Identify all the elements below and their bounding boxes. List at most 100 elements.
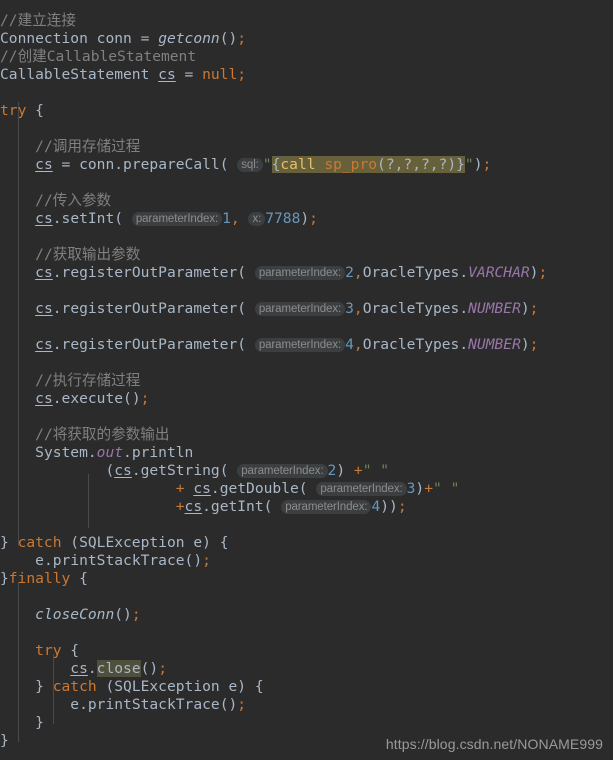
string-quote: " <box>464 156 474 173</box>
operator: = <box>131 30 159 47</box>
keyword-try: try <box>35 642 62 659</box>
field-token: out <box>96 444 124 461</box>
number-token: 4 <box>345 336 354 353</box>
sql-injection-fragment: {call sp_pro(?,?,?,?)} <box>271 156 465 173</box>
parens: () <box>219 30 238 47</box>
sql-space <box>316 156 325 173</box>
paren: ) <box>300 210 310 227</box>
dot: . <box>459 264 469 281</box>
semicolon: ; <box>237 30 247 47</box>
code-line: //调用存储过程 <box>0 138 613 156</box>
type-token: SQLException <box>114 678 220 695</box>
variable-token: e <box>35 552 44 569</box>
comma: , <box>353 264 363 281</box>
dot: . <box>52 264 62 281</box>
variable-token: conn <box>79 156 115 173</box>
dot: . <box>114 156 124 173</box>
comment-token: //创建CallableStatement <box>0 48 197 65</box>
code-line: } catch (SQLException e) { <box>0 534 613 552</box>
dot: . <box>52 300 62 317</box>
paren: ( <box>96 678 115 695</box>
method-token: execute <box>61 390 124 407</box>
parens: () <box>123 390 141 407</box>
sql-brace-close: } <box>456 156 465 173</box>
code-editor[interactable]: //建立连接 Connection conn = getconn(); //创建… <box>0 0 613 760</box>
parens: )) <box>380 498 398 515</box>
number-token: 4 <box>371 498 381 515</box>
code-line: System.out.println <box>0 444 613 462</box>
paren: ) <box>336 462 354 479</box>
code-line: } <box>0 714 613 732</box>
brace: { <box>26 102 44 119</box>
paren: ( <box>237 300 255 317</box>
paren: ( <box>219 156 238 173</box>
paren: ) <box>473 156 483 173</box>
variable-token: conn <box>96 30 132 47</box>
method-token: getconn <box>158 30 220 47</box>
string-quote: " <box>262 156 272 173</box>
sql-procedure-name: sp_pro <box>324 156 378 173</box>
semicolon: ; <box>397 498 407 515</box>
paren: ( <box>114 210 132 227</box>
code-line: + cs.getDouble( parameterIndex: 3)+" " <box>0 480 613 498</box>
semicolon: ; <box>309 210 318 227</box>
variable-token: cs <box>35 336 53 353</box>
code-line: +cs.getInt( parameterIndex: 4)); <box>0 498 613 516</box>
operator-plus: + <box>353 462 363 479</box>
method-token: setInt <box>61 210 115 227</box>
dot: . <box>43 552 53 569</box>
code-line: closeConn(); <box>0 606 613 624</box>
comment-token: //获取输出参数 <box>35 246 141 263</box>
variable-token: cs <box>158 66 176 83</box>
code-line: cs.close(); <box>0 660 613 678</box>
operator-plus: + <box>175 480 185 497</box>
variable-token: e <box>193 534 203 551</box>
param-hint-parameterindex: parameterIndex: <box>316 482 407 496</box>
comma: , <box>353 300 363 317</box>
parens: () <box>140 660 159 677</box>
code-line: //建立连接 <box>0 12 613 30</box>
method-token: getString <box>140 462 220 479</box>
method-token: getInt <box>210 498 264 515</box>
watermark: https://blog.csdn.net/NONAME999 <box>385 736 603 752</box>
keyword-try: try <box>0 102 27 119</box>
comment-token: //执行存储过程 <box>35 372 141 389</box>
brace: { <box>70 570 88 587</box>
semicolon: ; <box>237 66 247 83</box>
param-hint-parameterindex: parameterIndex: <box>254 338 346 352</box>
brace: } <box>0 534 18 551</box>
operator-plus: + <box>424 480 433 497</box>
code-line: cs.registerOutParameter( parameterIndex:… <box>0 336 613 354</box>
paren: ( <box>219 462 238 479</box>
code-line: (cs.getString( parameterIndex: 2) +" " <box>0 462 613 480</box>
type-token: SQLException <box>79 534 185 551</box>
code-line: } catch (SQLException e) { <box>0 678 613 696</box>
param-hint-parameterindex: parameterIndex: <box>254 302 346 316</box>
paren: ) <box>520 336 530 353</box>
code-line: try { <box>0 102 613 120</box>
number-token: 2 <box>345 264 354 281</box>
class-token: System <box>35 444 88 461</box>
method-token: printStackTrace <box>52 552 185 569</box>
code-line: CallableStatement cs = null; <box>0 66 613 84</box>
code-content: //建立连接 Connection conn = getconn(); //创建… <box>0 12 613 750</box>
code-line: cs.registerOutParameter( parameterIndex:… <box>0 264 613 282</box>
semicolon: ; <box>482 156 492 173</box>
variable-token: cs <box>70 660 88 677</box>
code-line: }finally { <box>0 570 613 588</box>
variable-token: e <box>228 678 238 695</box>
variable-token: cs <box>114 462 132 479</box>
method-token: registerOutParameter <box>61 300 238 317</box>
method-token: getDouble <box>219 480 299 497</box>
keyword-finally: finally <box>8 570 71 587</box>
code-line: e.printStackTrace(); <box>0 696 613 714</box>
param-hint-parameterindex: parameterIndex: <box>237 464 328 478</box>
sql-keyword-call: call <box>280 156 316 173</box>
